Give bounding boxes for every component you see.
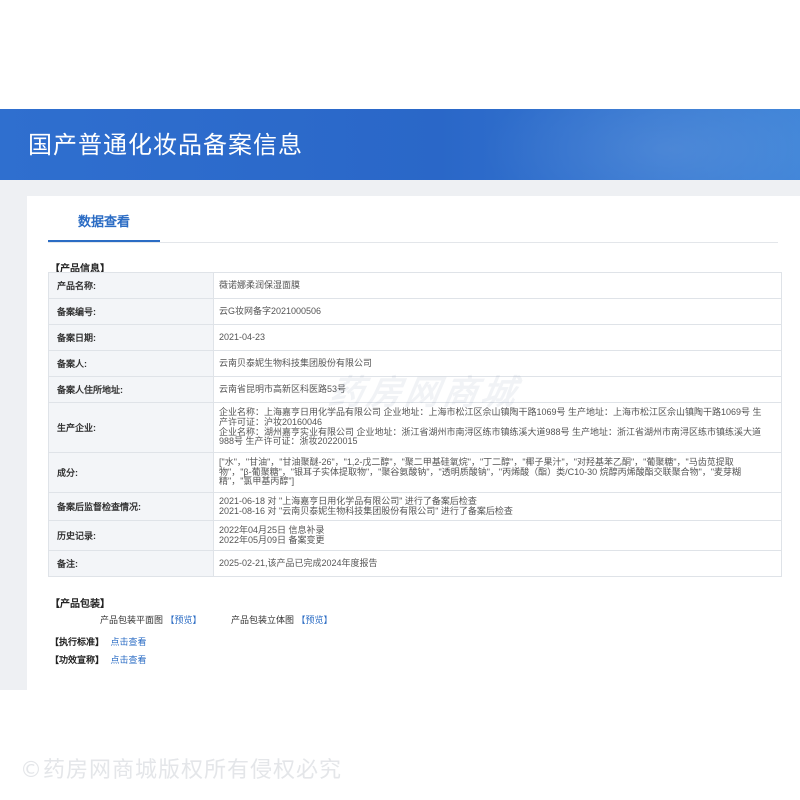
packaging-title: 【产品包装】 (50, 599, 110, 610)
row-key: 备案日期: (48, 324, 214, 351)
row-key: 生产企业: (48, 402, 214, 453)
efficacy-view-link[interactable]: 点击查看 (111, 655, 147, 665)
packaging-flat: 产品包装平面图 【预览】 (100, 613, 202, 626)
row-value: 云G妆网备字2021000506 (213, 298, 782, 325)
row-key: 备案后监督检查情况: (48, 492, 214, 521)
page-title: 国产普通化妆品备案信息 (28, 131, 303, 159)
packaging-3d-preview-link[interactable]: 【预览】 (297, 615, 333, 625)
table-row: 成分: ["水"，"甘油"，"甘油聚醚-26"，"1,2-戊二醇"，"聚二甲基硅… (48, 452, 782, 493)
product-info-table: 产品名称: 薇诺娜柔润保湿面膜 备案编号: 云G妆网备字2021000506 备… (48, 272, 782, 577)
table-row: 历史记录: 2022年04月25日 信息补录 2022年05月09日 备案变更 (48, 520, 782, 551)
table-row: 备案日期: 2021-04-23 (48, 324, 782, 351)
table-row: 备注: 2025-02-21,该产品已完成2024年度报告 (48, 550, 782, 577)
tab-divider (48, 242, 778, 243)
table-row: 备案编号: 云G妆网备字2021000506 (48, 298, 782, 325)
row-key: 备案人: (48, 350, 214, 377)
efficacy-row: 【功效宣称】 点击查看 (50, 653, 147, 666)
watermark: 药房网商城 (325, 373, 523, 413)
standard-view-link[interactable]: 点击查看 (111, 637, 147, 647)
row-key: 备注: (48, 550, 214, 577)
row-value: 2021-04-23 (213, 324, 782, 351)
row-key: 备案人住所地址: (48, 376, 214, 403)
row-key: 历史记录: (48, 520, 214, 551)
row-key: 备案编号: (48, 298, 214, 325)
copyright-watermark: ©药房网商城版权所有侵权必究 (20, 758, 343, 783)
packaging-3d-label: 产品包装立体图 (231, 615, 295, 625)
packaging-flat-label: 产品包装平面图 (100, 615, 164, 625)
row-value: 2025-02-21,该产品已完成2024年度报告 (213, 550, 782, 577)
row-value: 2022年04月25日 信息补录 2022年05月09日 备案变更 (213, 520, 782, 551)
standard-row: 【执行标准】 点击查看 (50, 635, 147, 648)
row-key: 成分: (48, 452, 214, 493)
row-value: ["水"，"甘油"，"甘油聚醚-26"，"1,2-戊二醇"，"聚二甲基硅氧烷"，… (213, 452, 782, 493)
row-key: 产品名称: (48, 272, 214, 299)
table-row: 产品名称: 薇诺娜柔润保湿面膜 (48, 272, 782, 299)
row-value: 2021-06-18 对 "上海嘉亨日用化学品有限公司" 进行了备案后检查 20… (213, 492, 782, 521)
efficacy-label: 【功效宣称】 (50, 655, 105, 665)
table-row: 备案后监督检查情况: 2021-06-18 对 "上海嘉亨日用化学品有限公司" … (48, 492, 782, 521)
tab-data-view[interactable]: 数据查看 (48, 212, 160, 242)
row-value: 薇诺娜柔润保湿面膜 (213, 272, 782, 299)
packaging-flat-preview-link[interactable]: 【预览】 (166, 615, 202, 625)
page-banner: 国产普通化妆品备案信息 (0, 109, 800, 180)
packaging-3d: 产品包装立体图 【预览】 (231, 613, 333, 626)
standard-label: 【执行标准】 (50, 637, 105, 647)
